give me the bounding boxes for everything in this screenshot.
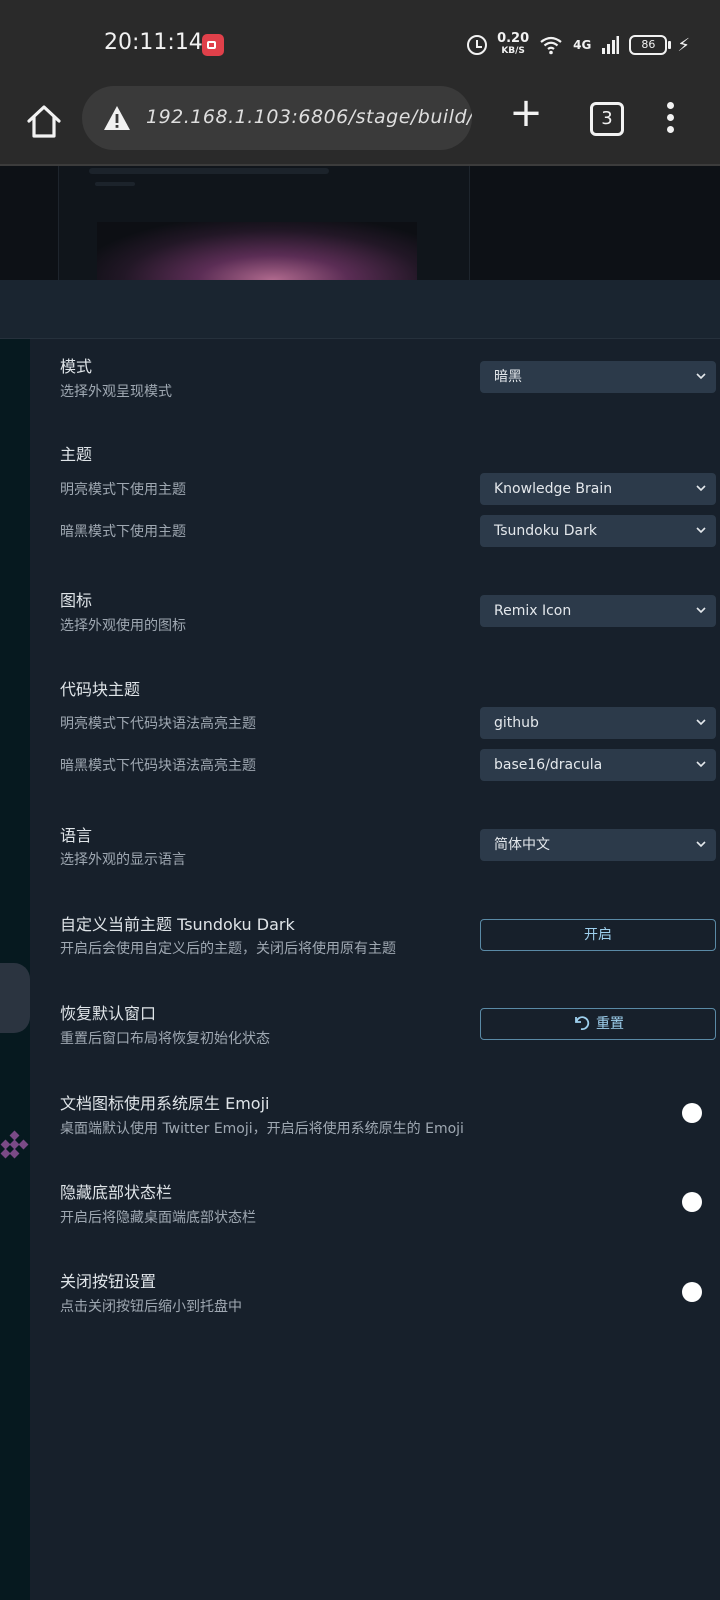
more-menu-icon[interactable]: [664, 100, 676, 136]
reset-window-title: 恢复默认窗口: [60, 1004, 157, 1023]
icon-select[interactable]: Remix Icon: [480, 595, 716, 627]
native-emoji-title: 文档图标使用系统原生 Emoji: [60, 1094, 270, 1113]
close-button-desc: 点击关闭按钮后缩小到托盘中: [60, 1299, 242, 1315]
rail-tab-handle[interactable]: [0, 963, 30, 1033]
language-title: 语言: [60, 826, 93, 845]
address-bar[interactable]: 192.168.1.103:6806/stage/build/desktop/?…: [82, 86, 472, 150]
code-light-select[interactable]: github: [480, 707, 716, 739]
preview-image: [97, 222, 417, 280]
language-desc: 选择外观的显示语言: [60, 852, 186, 868]
logo-icon: [0, 1130, 29, 1159]
reset-window-button[interactable]: 重置: [480, 1008, 716, 1040]
custom-theme-title: 自定义当前主题 Tsundoku Dark: [60, 915, 295, 934]
browser-toolbar: 192.168.1.103:6806/stage/build/desktop/?…: [0, 84, 720, 166]
code-light-label: 明亮模式下代码块语法高亮主题: [60, 716, 256, 732]
left-rail: [0, 339, 30, 1600]
status-bar: 20:11:14 0.20 KB/S 4G 86 ⚡: [0, 0, 720, 84]
mode-title: 模式: [60, 357, 93, 376]
chevron-down-icon: [696, 841, 706, 848]
page-preview: [0, 166, 720, 280]
native-emoji-toggle[interactable]: [680, 1101, 704, 1125]
dark-theme-label: 暗黑模式下使用主题: [60, 524, 186, 540]
wifi-icon: [540, 36, 562, 55]
code-theme-title: 代码块主题: [60, 680, 141, 699]
status-indicators: 0.20 KB/S 4G 86 ⚡: [467, 30, 690, 60]
tab-switcher-button[interactable]: 3: [590, 102, 624, 136]
mode-select[interactable]: 暗黑: [480, 361, 716, 393]
undo-icon: [575, 1016, 590, 1030]
screen-record-icon: [202, 34, 224, 56]
network-type: 4G: [573, 38, 592, 52]
home-icon[interactable]: [24, 102, 64, 142]
chevron-down-icon: [696, 485, 706, 492]
alarm-icon: [467, 35, 488, 55]
chevron-down-icon: [696, 761, 706, 768]
close-button-toggle[interactable]: [680, 1280, 704, 1304]
battery-icon: 86: [629, 35, 672, 55]
code-dark-label: 暗黑模式下代码块语法高亮主题: [60, 758, 256, 774]
custom-theme-desc: 开启后会使用自定义后的主题，关闭后将使用原有主题: [60, 941, 396, 957]
close-button-title: 关闭按钮设置: [60, 1272, 157, 1291]
settings-header: [0, 280, 720, 339]
url-text[interactable]: 192.168.1.103:6806/stage/build/desktop/?…: [146, 106, 472, 128]
signal-icon: [602, 36, 620, 54]
chevron-down-icon: [696, 607, 706, 614]
icon-desc: 选择外观使用的图标: [60, 618, 186, 634]
hide-statusbar-desc: 开启后将隐藏桌面端底部状态栏: [60, 1210, 256, 1226]
native-emoji-desc: 桌面端默认使用 Twitter Emoji，开启后将使用系统原生的 Emoji: [60, 1121, 464, 1137]
chevron-down-icon: [696, 527, 706, 534]
theme-title: 主题: [60, 445, 93, 464]
charging-icon: ⚡: [677, 34, 690, 56]
preview-card: [58, 166, 470, 280]
appearance-settings: 模式 选择外观呈现模式 暗黑 主题 明亮模式下使用主题 Knowledge Br…: [30, 339, 720, 1600]
new-tab-button[interactable]: +: [508, 93, 544, 134]
mode-desc: 选择外观呈现模式: [60, 384, 172, 400]
custom-theme-button[interactable]: 开启: [480, 919, 716, 951]
status-time: 20:11:14: [104, 30, 203, 55]
code-dark-select[interactable]: base16/dracula: [480, 749, 716, 781]
language-select[interactable]: 简体中文: [480, 829, 716, 861]
chevron-down-icon: [696, 719, 706, 726]
chevron-down-icon: [696, 373, 706, 380]
network-speed: 0.20 KB/S: [497, 31, 530, 56]
icon-title: 图标: [60, 591, 93, 610]
hide-statusbar-title: 隐藏底部状态栏: [60, 1183, 173, 1202]
warning-icon[interactable]: [102, 104, 132, 132]
light-theme-label: 明亮模式下使用主题: [60, 482, 186, 498]
light-theme-select[interactable]: Knowledge Brain: [480, 473, 716, 505]
hide-statusbar-toggle[interactable]: [680, 1190, 704, 1214]
dark-theme-select[interactable]: Tsundoku Dark: [480, 515, 716, 547]
reset-window-desc: 重置后窗口布局将恢复初始化状态: [60, 1031, 270, 1047]
